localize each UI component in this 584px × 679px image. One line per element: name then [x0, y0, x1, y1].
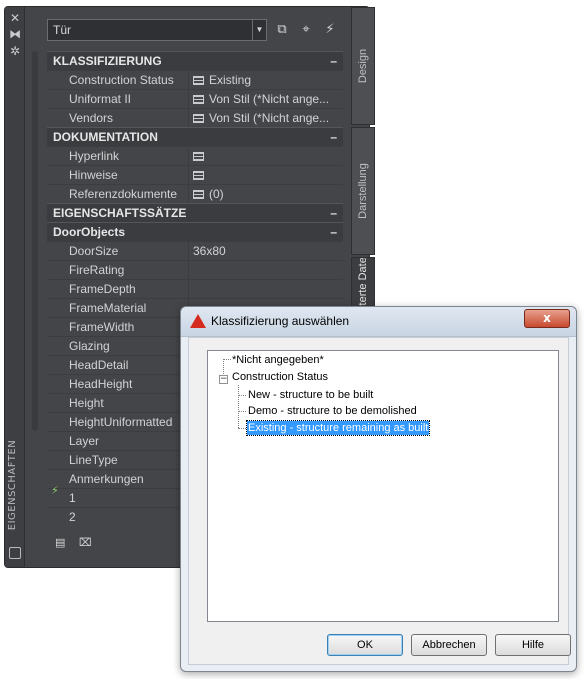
tab-label: Darstellung	[357, 163, 369, 219]
palette-title: EIGENSCHAFTEN	[7, 439, 18, 531]
property-name: Referenzdokumente	[47, 185, 189, 203]
property-name: Hinweise	[47, 166, 189, 184]
new-object-icon[interactable]: ▤	[55, 537, 69, 549]
add-icon[interactable]: ⧉	[273, 21, 291, 39]
property-name: Hyperlink	[47, 147, 189, 165]
property-row[interactable]: DoorSize 36x80	[47, 241, 343, 260]
property-value	[189, 280, 343, 298]
section-label: KLASSIFIZIERUNG	[53, 54, 162, 68]
table-icon	[193, 113, 204, 123]
property-row[interactable]: Uniformat II Von Stil (*Nicht ange...	[47, 89, 343, 108]
property-name: Uniformat II	[47, 90, 189, 108]
tree-node-demo[interactable]: Demo - structure to be demolished	[248, 404, 417, 418]
property-name: 2	[47, 508, 189, 526]
scrollbar[interactable]	[32, 51, 38, 431]
table-icon	[193, 94, 204, 104]
tab-design[interactable]: Design	[351, 7, 375, 125]
property-name: HeadHeight	[47, 375, 189, 393]
property-row[interactable]: Hinweise	[47, 165, 343, 184]
property-name: HeightUniformatted	[47, 413, 189, 431]
quick-select-icon[interactable]: ⚡	[321, 21, 339, 39]
section-label: EIGENSCHAFTSSÄTZE	[53, 206, 187, 220]
property-value: (0)	[209, 187, 224, 201]
property-name: 1	[47, 489, 189, 507]
palette-properties-icon[interactable]	[9, 547, 21, 559]
property-row[interactable]: Construction Status Existing	[47, 70, 343, 89]
autohide-icon[interactable]: ⧓	[8, 27, 22, 41]
select-objects-icon[interactable]: ⌖	[297, 21, 315, 39]
dialog-body: *Nicht angegeben* − Construction Status …	[188, 337, 571, 665]
property-name: DoorSize	[47, 242, 189, 260]
property-name: FrameMaterial	[47, 299, 189, 317]
lightning-icon: ⚡	[51, 484, 59, 497]
tab-label: Design	[357, 48, 369, 84]
section-dokumentation[interactable]: DOKUMENTATION –	[47, 127, 343, 146]
chevron-down-icon[interactable]: ▼	[252, 20, 266, 40]
property-row[interactable]: FrameDepth	[47, 279, 343, 298]
close-button[interactable]: x	[524, 309, 570, 328]
palette-title-strip: ✕ ⧓ ✲ EIGENSCHAFTEN	[5, 7, 25, 567]
help-button[interactable]: Hilfe	[495, 634, 571, 656]
property-name: Anmerkungen	[47, 470, 189, 488]
property-name: Glazing	[47, 337, 189, 355]
property-name: FrameDepth	[47, 280, 189, 298]
classification-tree[interactable]: *Nicht angegeben* − Construction Status …	[207, 350, 559, 622]
property-value: Von Stil (*Nicht ange...	[209, 111, 330, 125]
delete-object-icon[interactable]: ⌧	[79, 537, 93, 549]
collapse-icon[interactable]: –	[330, 128, 337, 146]
property-name: Vendors	[47, 109, 189, 127]
property-value: Von Stil (*Nicht ange...	[209, 92, 330, 106]
property-value	[189, 261, 343, 279]
property-value: 36x80	[193, 244, 226, 258]
object-type-select[interactable]: Tür ▼	[47, 19, 267, 41]
table-icon	[193, 189, 204, 199]
tree-node-existing[interactable]: Existing - structure remaining as built	[245, 420, 431, 436]
classification-dialog: Klassifizierung auswählen x *Nicht angeg…	[180, 306, 577, 672]
section-klassifizierung[interactable]: KLASSIFIZIERUNG –	[47, 51, 343, 70]
property-name: Construction Status	[47, 71, 189, 89]
collapse-tree-icon[interactable]: −	[219, 375, 228, 384]
property-name: LineType	[47, 451, 189, 469]
tree-node-construction-status[interactable]: Construction Status	[232, 370, 328, 384]
section-label: DoorObjects	[53, 225, 126, 239]
close-icon[interactable]: ✕	[8, 11, 22, 25]
property-row[interactable]: FireRating	[47, 260, 343, 279]
property-row[interactable]: Referenzdokumente (0)	[47, 184, 343, 203]
property-name: HeadDetail	[47, 356, 189, 374]
table-icon	[193, 75, 204, 85]
dialog-title: Klassifizierung auswählen	[211, 314, 350, 328]
property-row[interactable]: Hyperlink	[47, 146, 343, 165]
section-doorobjects[interactable]: DoorObjects –	[47, 222, 343, 241]
ok-button[interactable]: OK	[327, 634, 403, 656]
table-icon	[193, 170, 204, 180]
collapse-icon[interactable]: –	[330, 223, 337, 241]
section-eigenschaftssaetze[interactable]: EIGENSCHAFTSSÄTZE –	[47, 203, 343, 222]
property-value: Existing	[209, 73, 252, 87]
tree-node-unspecified[interactable]: *Nicht angegeben*	[232, 353, 324, 367]
property-name: FireRating	[47, 261, 189, 279]
section-label: DOKUMENTATION	[53, 130, 158, 144]
property-name: Layer	[47, 432, 189, 450]
table-icon	[193, 151, 204, 161]
property-name: Height	[47, 394, 189, 412]
cancel-button[interactable]: Abbrechen	[411, 634, 487, 656]
autodesk-app-icon	[190, 314, 206, 328]
collapse-icon[interactable]: –	[330, 204, 337, 222]
tree-node-new[interactable]: New - structure to be built	[248, 388, 373, 402]
property-row[interactable]: Vendors Von Stil (*Nicht ange...	[47, 108, 343, 127]
tab-darstellung[interactable]: Darstellung	[351, 127, 375, 255]
dialog-titlebar[interactable]: Klassifizierung auswählen x	[181, 307, 576, 337]
collapse-icon[interactable]: –	[330, 52, 337, 70]
object-type-value: Tür	[53, 23, 71, 37]
settings-icon[interactable]: ✲	[8, 44, 22, 58]
property-name: FrameWidth	[47, 318, 189, 336]
